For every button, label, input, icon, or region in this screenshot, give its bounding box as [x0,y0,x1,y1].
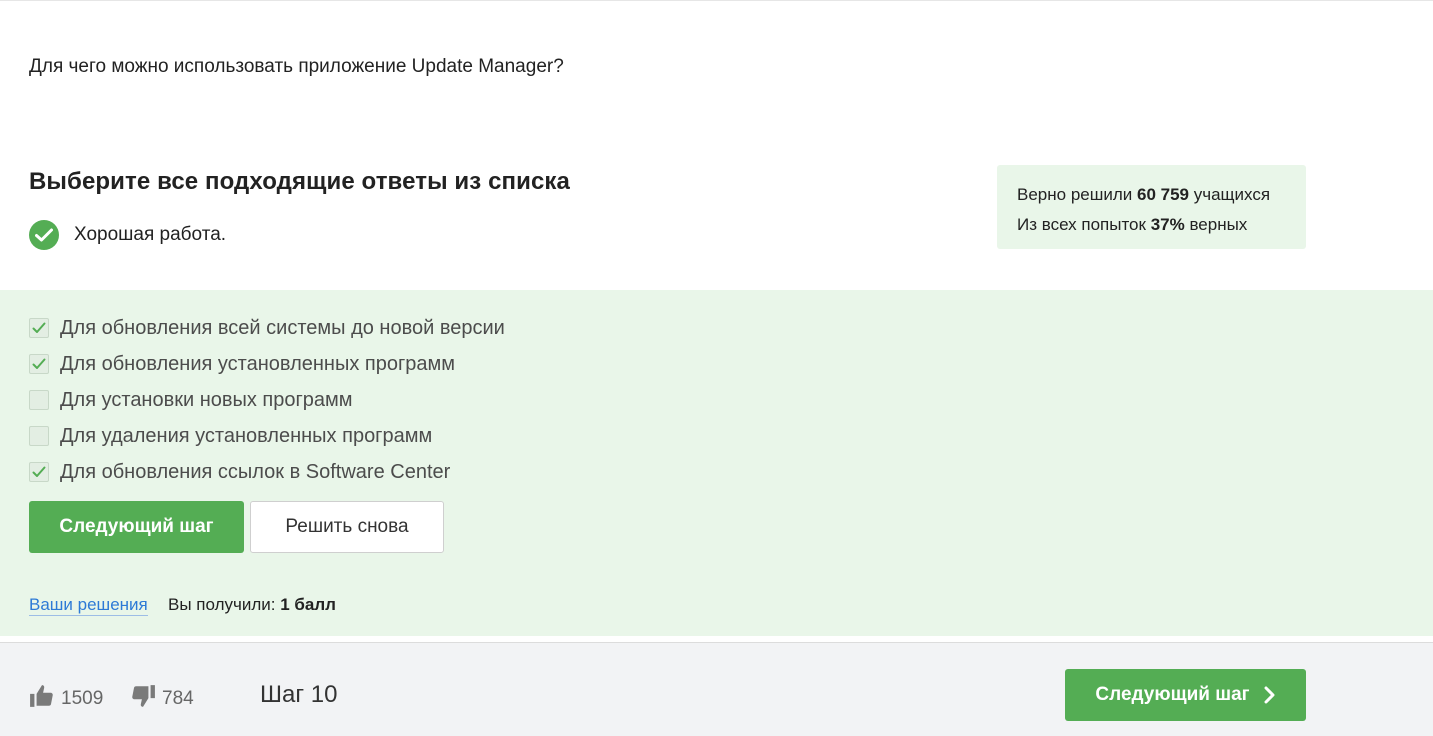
step-label: Шаг 10 [260,681,338,708]
footer-bar: 1509 784 Шаг 10 Следующий шаг [0,642,1433,736]
stats-solved-suffix: учащихся [1193,185,1271,204]
stats-solved-count: 60 759 [1137,185,1190,204]
chevron-right-icon [1264,686,1276,704]
stats-attempts-prefix: Из всех попыток [1017,215,1146,234]
score-text: Вы получили: 1 балл [168,595,336,615]
checkmark-icon [32,322,46,333]
stats-solved-prefix: Верно решили [1017,185,1133,204]
retry-button[interactable]: Решить снова [250,501,444,553]
feedback-message: Хорошая работа. [29,220,226,250]
score-prefix: Вы получили: [168,595,276,614]
footer-next-step-label: Следующий шаг [1095,684,1250,705]
thumbs-up-icon [29,683,55,715]
like-count: 1509 [61,688,104,709]
option-item[interactable]: Для обновления всей системы до новой вер… [29,310,505,346]
option-item[interactable]: Для удаления установленных программ [29,418,505,454]
like-button[interactable]: 1509 [29,683,103,715]
next-step-button[interactable]: Следующий шаг [29,501,244,553]
option-label: Для обновления ссылок в Software Center [60,460,451,483]
footer-next-step-button[interactable]: Следующий шаг [1065,669,1306,721]
option-label: Для установки новых программ [60,388,353,411]
option-item[interactable]: Для установки новых программ [29,382,505,418]
stats-attempts-suffix: верных [1189,215,1248,234]
answer-panel: Для обновления всей системы до новой вер… [0,290,1433,636]
dislike-count: 784 [162,688,194,709]
stats-solved: Верно решили 60 759 учащихся [1017,180,1286,210]
checkbox[interactable] [29,426,49,446]
checkbox[interactable] [29,354,49,374]
checkbox[interactable] [29,318,49,338]
stats-attempts-percent: 37% [1150,215,1185,234]
thumbs-down-icon [130,683,156,715]
option-label: Для обновления всей системы до новой вер… [60,316,505,339]
options-list: Для обновления всей системы до новой вер… [29,310,505,490]
checkmark-icon [32,466,46,477]
feedback-text: Хорошая работа. [74,224,227,245]
option-item[interactable]: Для обновления ссылок в Software Center [29,454,505,490]
question-text: Для чего можно использовать приложение U… [29,56,564,77]
option-label: Для удаления установленных программ [60,424,433,447]
option-item[interactable]: Для обновления установленных программ [29,346,505,382]
score-value: 1 балл [280,595,336,614]
your-solutions-link[interactable]: Ваши решения [29,595,148,616]
checkmark-icon [32,358,46,369]
checkbox[interactable] [29,462,49,482]
stats-box: Верно решили 60 759 учащихся Из всех поп… [997,165,1306,249]
instruction-heading: Выберите все подходящие ответы из списка [29,168,570,195]
checkbox[interactable] [29,390,49,410]
check-circle-icon [29,220,59,250]
dislike-button[interactable]: 784 [130,683,194,715]
top-divider [0,0,1433,1]
stats-attempts: Из всех попыток 37% верных [1017,210,1286,240]
option-label: Для обновления установленных программ [60,352,456,375]
